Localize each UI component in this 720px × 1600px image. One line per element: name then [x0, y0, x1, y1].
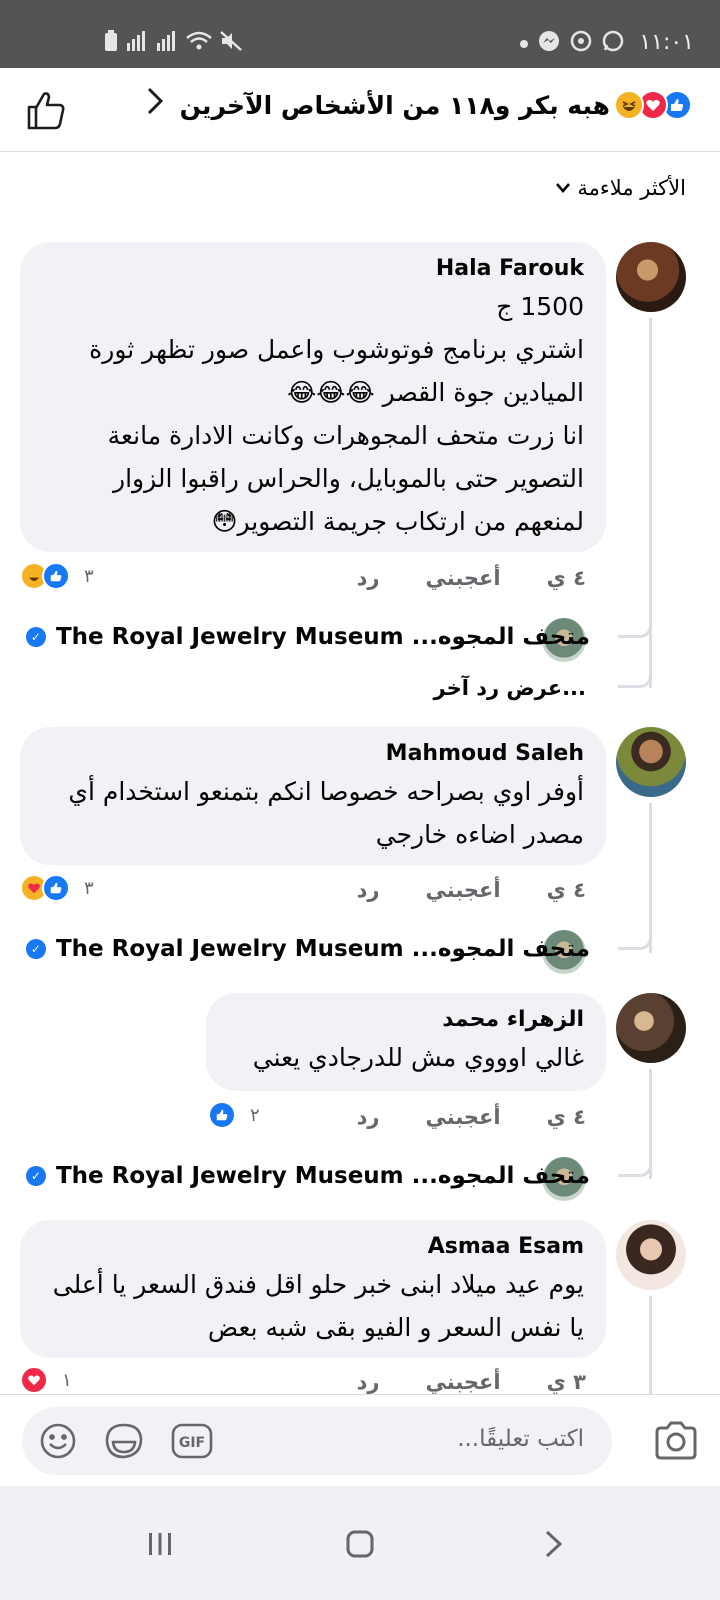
status-bar: ١١:٠١ — [0, 0, 720, 68]
comment-placeholder: اكتب تعليقًا... — [457, 1426, 584, 1452]
thread-line — [649, 1296, 652, 1396]
reply-link[interactable]: رد — [357, 1105, 380, 1129]
signal-icon-2 — [156, 31, 178, 56]
home-icon[interactable] — [338, 1522, 382, 1566]
comment-actions: ٤ ي أعجبني رد — [357, 566, 586, 590]
reaction-count: ٢ — [250, 1104, 260, 1126]
thread-hook — [618, 910, 652, 950]
verified-badge-icon: ✓ — [25, 1166, 46, 1186]
comment-author[interactable]: Mahmoud Saleh — [42, 741, 584, 766]
gif-icon[interactable]: GIF — [170, 1419, 214, 1463]
comment-time: ٣ ي — [546, 1370, 586, 1394]
verified-badge-icon: ✓ — [25, 627, 46, 647]
signal-icon — [126, 31, 148, 56]
comment-reactions[interactable]: ٣ — [20, 562, 94, 590]
like-button-icon[interactable] — [24, 88, 68, 132]
messenger-icon — [538, 30, 560, 57]
sort-label: الأكثر ملاءمة — [577, 176, 686, 200]
recent-apps-icon[interactable] — [138, 1522, 182, 1566]
reply-preview[interactable]: متحف المجوه... The Royal Jewelry Museum … — [25, 936, 590, 962]
like-icon — [42, 874, 70, 902]
like-icon — [208, 1101, 236, 1129]
system-navigation-bar — [0, 1486, 720, 1600]
reply-preview[interactable]: متحف المجوه... The Royal Jewelry Museum … — [25, 624, 590, 650]
like-link[interactable]: أعجبني — [426, 1105, 501, 1129]
verified-badge-icon: ✓ — [25, 939, 46, 959]
comment-reactions[interactable]: ٣ — [20, 874, 94, 902]
header: هبه بكر و١١٨ من الأشخاص الآخرين — [0, 68, 720, 152]
thread-hook — [618, 648, 652, 688]
reply-author: متحف المجوه... The Royal Jewelry Museum — [55, 624, 590, 650]
reaction-count: ٣ — [84, 877, 94, 899]
mute-icon — [220, 31, 242, 56]
camera-icon[interactable] — [652, 1417, 700, 1465]
reply-link[interactable]: رد — [357, 1370, 380, 1394]
reply-author: متحف المجوه... The Royal Jewelry Museum — [55, 1163, 590, 1189]
comment-bubble[interactable]: Hala Farouk 1500 ج اشتري برنامج فوتوشوب … — [20, 242, 606, 552]
avatar[interactable] — [616, 242, 686, 312]
comment-bubble[interactable]: Mahmoud Saleh أوفر اوي بصراحه خصوصا انكم… — [20, 727, 606, 865]
comment-text: 1500 ج اشتري برنامج فوتوشوب واعمل صور تظ… — [89, 292, 584, 536]
comment-bubble[interactable]: Asmaa Esam يوم عيد ميلاد ابنى خبر حلو اق… — [20, 1220, 606, 1358]
comment-reactions[interactable]: ٢ — [208, 1101, 260, 1129]
status-time: ١١:٠١ — [639, 30, 694, 55]
wifi-icon — [186, 31, 212, 56]
comment-author[interactable]: Hala Farouk — [42, 256, 584, 281]
like-icon — [42, 562, 70, 590]
comment-text: أوفر اوي بصراحه خصوصا انكم بتمنعو استخدا… — [68, 777, 584, 849]
comment-time: ٤ ي — [546, 566, 586, 590]
haha-icon — [614, 90, 644, 120]
thread-hook — [618, 1137, 652, 1177]
comment-time: ٤ ي — [546, 1105, 586, 1129]
header-title: هبه بكر و١١٨ من الأشخاص الآخرين — [179, 90, 610, 120]
reactions-comments-sheet: هبه بكر و١١٨ من الأشخاص الآخرين الأكثر م… — [0, 68, 720, 1518]
view-more-replies[interactable]: عرض رد آخر... — [434, 676, 586, 700]
comment-time: ٤ ي — [546, 878, 586, 902]
avatar[interactable] — [616, 727, 686, 797]
comment-bubble[interactable]: الزهراء محمد غالي اوووي مش للدرجادي يعني — [206, 993, 606, 1091]
reply-link[interactable]: رد — [357, 566, 380, 590]
comment-author[interactable]: Asmaa Esam — [42, 1234, 584, 1259]
reaction-count: ١ — [62, 1369, 72, 1391]
reply-preview[interactable]: متحف المجوه... The Royal Jewelry Museum … — [25, 1163, 590, 1189]
status-icons-right — [520, 30, 624, 57]
reaction-count: ٣ — [84, 565, 94, 587]
like-link[interactable]: أعجبني — [426, 566, 501, 590]
comment-input[interactable]: GIF اكتب تعليقًا... — [22, 1407, 612, 1475]
comment-author[interactable]: الزهراء محمد — [228, 1007, 584, 1032]
notification-dot-icon — [520, 39, 528, 48]
reactors-summary[interactable]: هبه بكر و١١٨ من الأشخاص الآخرين — [146, 86, 692, 124]
comment-actions: ٤ ي أعجبني رد — [357, 1105, 586, 1129]
comment-actions: ٤ ي أعجبني رد — [357, 878, 586, 902]
sticker-icon[interactable] — [102, 1419, 146, 1463]
avatar[interactable] — [616, 993, 686, 1063]
comment-reactions[interactable]: ١ — [20, 1366, 72, 1394]
thread-hook — [618, 598, 652, 638]
emoji-icon[interactable] — [36, 1419, 80, 1463]
reply-author: متحف المجوه... The Royal Jewelry Museum — [55, 936, 590, 962]
chevron-right-icon — [146, 86, 164, 124]
whatsapp-icon — [602, 30, 624, 57]
comment-composer-bar: GIF اكتب تعليقًا... — [0, 1394, 720, 1486]
back-icon[interactable] — [532, 1522, 576, 1566]
like-link[interactable]: أعجبني — [426, 1370, 501, 1394]
comment-text: يوم عيد ميلاد ابنى خبر حلو اقل فندق السع… — [52, 1270, 584, 1342]
comment-actions: ٣ ي أعجبني رد — [357, 1370, 586, 1394]
love-icon — [20, 1366, 48, 1394]
reply-link[interactable]: رد — [357, 878, 380, 902]
battery-icon — [104, 30, 118, 57]
svg-text:GIF: GIF — [179, 1435, 205, 1451]
chevron-down-icon — [555, 178, 571, 199]
comment-text: غالي اوووي مش للدرجادي يعني — [252, 1043, 584, 1072]
like-link[interactable]: أعجبني — [426, 878, 501, 902]
reaction-icons — [614, 90, 692, 120]
status-icons-left — [104, 30, 242, 57]
app-icon — [570, 30, 592, 57]
avatar[interactable] — [616, 1220, 686, 1290]
sort-dropdown[interactable]: الأكثر ملاءمة — [555, 176, 686, 200]
